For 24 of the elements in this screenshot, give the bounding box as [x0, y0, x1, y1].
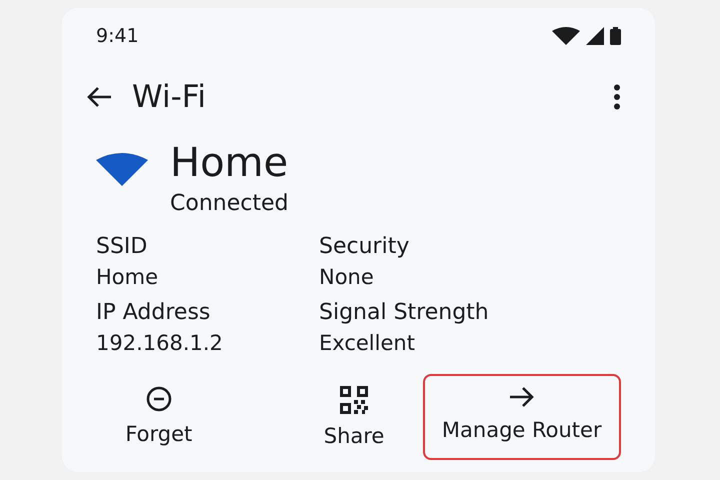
forget-button[interactable]: Forget — [62, 374, 256, 460]
connection-status: Connected — [170, 190, 288, 218]
share-button[interactable]: Share — [286, 374, 423, 460]
detail-value: 192.168.1.2 — [96, 330, 224, 357]
qr-code-icon — [340, 386, 368, 414]
detail-label: IP Address — [96, 299, 212, 327]
status-time: 9:41 — [96, 25, 139, 47]
signal-icon — [586, 27, 604, 45]
more-options-icon[interactable] — [613, 84, 621, 110]
detail-value: None — [319, 264, 375, 291]
manage-button[interactable]: Manage Router — [422, 374, 621, 460]
detail-label: Signal Strength — [319, 299, 490, 327]
network-name: Home — [170, 139, 288, 188]
detail-value: Excellent — [319, 330, 416, 357]
wifi-icon — [96, 152, 148, 186]
back-arrow-icon[interactable] — [86, 86, 112, 108]
battery-icon — [610, 27, 621, 45]
right-arrow-icon — [508, 386, 535, 408]
minus-circle-icon — [146, 386, 172, 412]
detail-label: SSID — [96, 233, 148, 261]
detail-value: Home — [96, 264, 160, 291]
wifi-icon — [552, 27, 580, 45]
page-title: Wi-Fi — [132, 79, 207, 115]
detail-label: Security — [319, 233, 410, 261]
